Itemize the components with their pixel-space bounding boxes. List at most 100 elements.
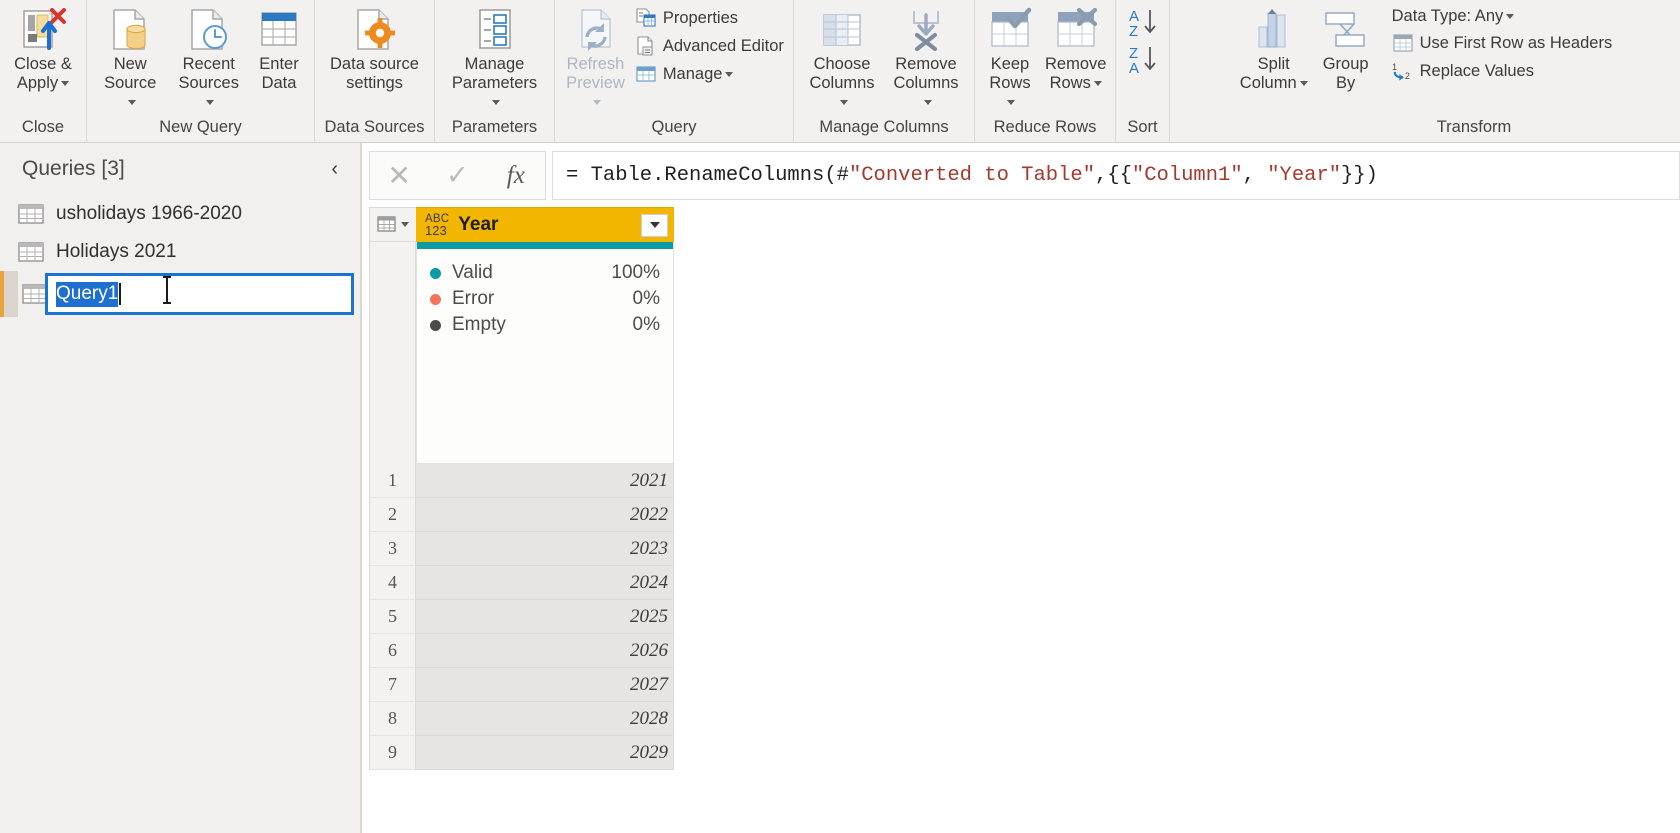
collapse-panel-icon[interactable]: ‹ bbox=[325, 158, 344, 181]
data-source-settings-button[interactable]: Data source settings bbox=[324, 3, 425, 93]
cancel-formula-icon[interactable]: ✕ bbox=[370, 159, 428, 192]
data-type-abc123-icon[interactable]: ABC 123 bbox=[425, 213, 449, 237]
quality-row-valid: Valid 100% bbox=[430, 260, 660, 286]
column-header-year[interactable]: ABC 123 Year bbox=[416, 207, 674, 242]
row-number: 9 bbox=[369, 736, 416, 770]
keep-rows-button[interactable]: Keep Rows bbox=[979, 3, 1040, 112]
text-cursor bbox=[119, 283, 122, 305]
table-row[interactable]: 1 2021 bbox=[369, 464, 674, 498]
choose-columns-button[interactable]: Choose Columns bbox=[800, 3, 884, 112]
split-column-button[interactable]: Split Column bbox=[1234, 3, 1314, 93]
refresh-preview-label: Refresh Preview bbox=[566, 55, 625, 112]
manage-button[interactable]: Manage bbox=[631, 61, 788, 87]
quality-gutter bbox=[369, 242, 416, 464]
ribbon-group-title-new-query: New Query bbox=[159, 118, 242, 136]
cell-year[interactable]: 2028 bbox=[416, 702, 674, 736]
svg-text:Z: Z bbox=[1129, 23, 1138, 40]
remove-columns-button[interactable]: Remove Columns bbox=[884, 3, 968, 112]
column-filter-button[interactable] bbox=[641, 213, 668, 237]
grid-rows: 1 2021 2 2022 3 2023 4 2024 5 2025 6 202… bbox=[369, 464, 674, 770]
manage-parameters-button[interactable]: Manage Parameters bbox=[441, 3, 548, 112]
cell-year[interactable]: 2025 bbox=[416, 600, 674, 634]
quality-label: Error bbox=[452, 288, 495, 309]
group-by-label: Group By bbox=[1322, 55, 1369, 92]
new-source-button[interactable]: New Source bbox=[93, 3, 167, 112]
formula-suffix: }}) bbox=[1341, 164, 1378, 187]
query-list-item-usholidays[interactable]: usholidays 1966-2020 bbox=[0, 195, 360, 233]
cell-year[interactable]: 2029 bbox=[416, 736, 674, 770]
formula-bar: ✕ ✓ fx = Table.RenameColumns(# "Converted… bbox=[369, 151, 1680, 201]
formula-prefix: = Table.RenameColumns(# bbox=[566, 164, 849, 187]
split-column-icon bbox=[1251, 5, 1297, 55]
table-row[interactable]: 2 2022 bbox=[369, 498, 674, 532]
accept-formula-icon[interactable]: ✓ bbox=[428, 160, 486, 191]
ribbon-group-title-reduce-rows: Reduce Rows bbox=[993, 118, 1097, 136]
refresh-preview-button[interactable]: Refresh Preview bbox=[560, 3, 631, 112]
cell-year[interactable]: 2023 bbox=[416, 532, 674, 566]
cell-year[interactable]: 2022 bbox=[416, 498, 674, 532]
refresh-preview-icon bbox=[573, 5, 617, 55]
advanced-editor-label: Advanced Editor bbox=[662, 36, 784, 55]
pane-divider[interactable] bbox=[361, 143, 362, 833]
replace-values-label: Replace Values bbox=[1419, 61, 1534, 80]
cell-year[interactable]: 2026 bbox=[416, 634, 674, 668]
formula-mid: ,{{ bbox=[1095, 164, 1132, 187]
query-list-item-label: Holidays 2021 bbox=[56, 241, 177, 262]
manage-parameters-label: Manage Parameters bbox=[447, 55, 542, 112]
use-first-row-as-headers-label: Use First Row as Headers bbox=[1419, 33, 1613, 52]
table-row[interactable]: 4 2024 bbox=[369, 566, 674, 600]
data-source-settings-label: Data source settings bbox=[330, 55, 419, 92]
query-rename-input[interactable]: Query1 bbox=[45, 273, 354, 315]
query-list-item-holidays-2021[interactable]: Holidays 2021 bbox=[0, 233, 360, 271]
data-type-button[interactable]: Data Type: Any bbox=[1388, 5, 1617, 28]
manage-icon bbox=[635, 63, 657, 85]
sort-buttons[interactable]: A Z Z A bbox=[1117, 3, 1169, 81]
formula-comma: , bbox=[1242, 164, 1268, 187]
grid-header-row: ABC 123 Year bbox=[369, 207, 674, 242]
row-number: 2 bbox=[369, 498, 416, 532]
use-first-row-as-headers-icon bbox=[1392, 32, 1414, 54]
manage-parameters-icon bbox=[473, 5, 517, 55]
cell-year[interactable]: 2027 bbox=[416, 668, 674, 702]
ribbon-group-parameters: Manage Parameters Parameters bbox=[434, 0, 554, 142]
table-row[interactable]: 8 2028 bbox=[369, 702, 674, 736]
cell-year[interactable]: 2024 bbox=[416, 566, 674, 600]
advanced-editor-button[interactable]: Advanced Editor bbox=[631, 33, 788, 59]
close-and-apply-button[interactable]: Close & Apply bbox=[8, 3, 78, 93]
ribbon-group-new-query: New Source Recent Sources Enter Data New… bbox=[86, 0, 314, 142]
table-row[interactable]: 3 2023 bbox=[369, 532, 674, 566]
table-icon bbox=[18, 241, 44, 263]
enter-data-label: Enter Data bbox=[259, 55, 299, 92]
table-row[interactable]: 9 2029 bbox=[369, 736, 674, 770]
replace-values-button[interactable]: 1 2 Replace Values bbox=[1388, 58, 1617, 84]
row-number: 6 bbox=[369, 634, 416, 668]
insert-step-fx-icon[interactable]: fx bbox=[487, 162, 545, 190]
valid-dot-icon bbox=[430, 267, 441, 279]
keep-rows-label: Keep Rows bbox=[985, 55, 1034, 112]
properties-button[interactable]: Properties bbox=[631, 5, 788, 31]
enter-data-button[interactable]: Enter Data bbox=[250, 3, 308, 93]
quality-row-empty: Empty 0% bbox=[430, 312, 660, 338]
group-by-button[interactable]: Group By bbox=[1314, 3, 1378, 93]
cell-year[interactable]: 2021 bbox=[416, 464, 674, 498]
table-row[interactable]: 5 2025 bbox=[369, 600, 674, 634]
enter-data-icon bbox=[257, 5, 301, 55]
ribbon-group-close: Close & Apply Close bbox=[0, 0, 86, 142]
use-first-row-as-headers-button[interactable]: Use First Row as Headers bbox=[1388, 30, 1617, 56]
manage-label: Manage bbox=[663, 65, 734, 84]
queries-list: usholidays 1966-2020 Holidays 2021 Query… bbox=[0, 195, 360, 317]
row-number: 7 bbox=[369, 668, 416, 702]
recent-sources-button[interactable]: Recent Sources bbox=[167, 3, 250, 112]
table-row[interactable]: 6 2026 bbox=[369, 634, 674, 668]
table-row[interactable]: 7 2027 bbox=[369, 668, 674, 702]
select-all-columns-button[interactable] bbox=[369, 207, 416, 242]
table-icon bbox=[18, 203, 44, 225]
chevron-down-icon[interactable] bbox=[401, 222, 409, 227]
formula-input[interactable]: = Table.RenameColumns(# "Converted to Tab… bbox=[552, 151, 1680, 200]
row-number: 8 bbox=[369, 702, 416, 736]
queries-pane: Queries [3] ‹ usholidays 1966-2020 Holid… bbox=[0, 143, 361, 833]
ribbon-group-manage-columns: Choose Columns Remove Columns Manage Col… bbox=[793, 0, 974, 142]
query-list-item-query1[interactable]: Query1 bbox=[0, 271, 360, 317]
row-number: 1 bbox=[369, 464, 416, 498]
remove-rows-button[interactable]: Remove Rows bbox=[1041, 3, 1111, 93]
